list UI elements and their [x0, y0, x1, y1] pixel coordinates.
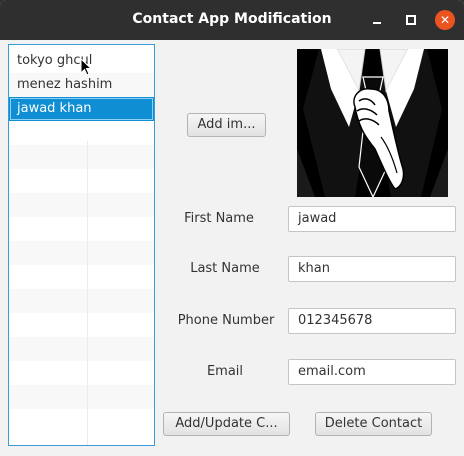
- maximize-button[interactable]: [401, 10, 421, 30]
- first-name-label: First Name: [184, 211, 254, 226]
- add-image-button[interactable]: Add im...: [187, 113, 266, 137]
- close-icon: ✕: [439, 13, 451, 27]
- add-update-contact-button[interactable]: Add/Update C...: [163, 412, 290, 436]
- empty-list-row: [9, 289, 154, 313]
- close-button[interactable]: ✕: [435, 10, 455, 30]
- focus-ring: [10, 98, 153, 120]
- email-field[interactable]: email.com: [288, 359, 456, 385]
- empty-list-row: [9, 241, 154, 265]
- empty-list-row: [9, 145, 154, 169]
- contact-name: menez hashim: [17, 77, 113, 92]
- list-column-divider: [87, 141, 88, 445]
- empty-list-row: [9, 337, 154, 361]
- empty-list-row: [9, 193, 154, 217]
- delete-contact-button[interactable]: Delete Contact: [315, 412, 432, 436]
- last-name-field[interactable]: khan: [288, 256, 456, 282]
- window-title: Contact App Modification: [132, 11, 332, 27]
- minimize-icon: [373, 22, 381, 24]
- email-label: Email: [206, 364, 244, 379]
- title-bar[interactable]: Contact App Modification ✕: [0, 0, 464, 40]
- contact-list[interactable]: tokyo ghcul menez hashim jawad khan: [8, 44, 155, 446]
- empty-list-row: [9, 385, 154, 409]
- suit-tie-hand-icon: [297, 49, 448, 197]
- contact-list-item-selected[interactable]: jawad khan: [9, 97, 154, 121]
- maximize-icon: [406, 15, 416, 25]
- phone-number-label: Phone Number: [177, 313, 275, 328]
- app-window: Contact App Modification ✕ tokyo ghcul m…: [0, 0, 464, 456]
- last-name-label: Last Name: [190, 261, 260, 276]
- first-name-field[interactable]: jawad: [288, 206, 456, 232]
- mouse-pointer-icon: [80, 57, 93, 76]
- contact-list-item[interactable]: menez hashim: [9, 73, 154, 97]
- contact-photo: [297, 49, 448, 197]
- phone-number-field[interactable]: 012345678: [288, 308, 456, 334]
- minimize-button[interactable]: [367, 10, 387, 30]
